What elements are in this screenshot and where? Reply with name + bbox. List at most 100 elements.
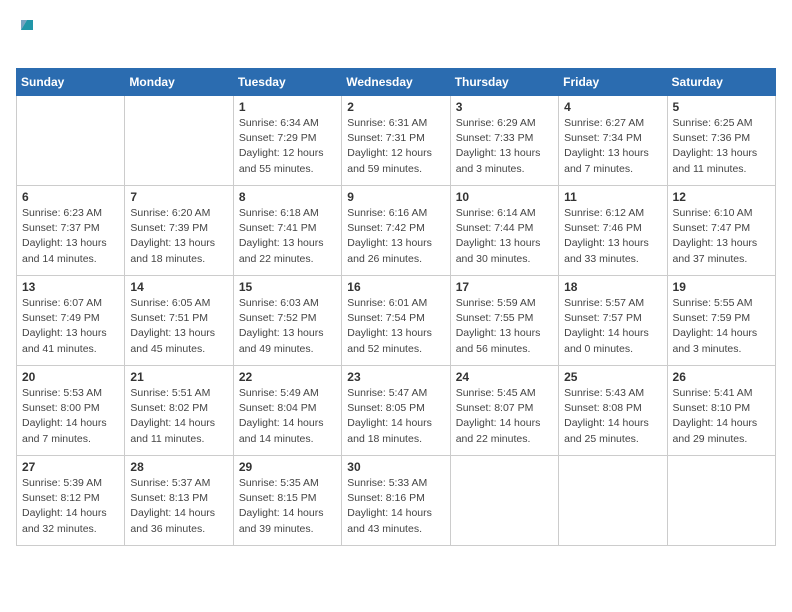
header-thursday: Thursday (450, 69, 558, 96)
calendar-day-cell: 1 Sunrise: 6:34 AM Sunset: 7:29 PM Daylig… (233, 96, 341, 186)
day-number: 4 (564, 100, 661, 114)
day-number: 9 (347, 190, 444, 204)
header-saturday: Saturday (667, 69, 775, 96)
calendar-table: SundayMondayTuesdayWednesdayThursdayFrid… (16, 68, 776, 546)
calendar-day-cell: 9 Sunrise: 6:16 AM Sunset: 7:42 PM Daylig… (342, 186, 450, 276)
calendar-day-cell: 14 Sunrise: 6:05 AM Sunset: 7:51 PM Dayli… (125, 276, 233, 366)
day-info: Sunrise: 6:03 AM Sunset: 7:52 PM Dayligh… (239, 296, 336, 357)
day-info: Sunrise: 6:34 AM Sunset: 7:29 PM Dayligh… (239, 116, 336, 177)
calendar-week-row: 1 Sunrise: 6:34 AM Sunset: 7:29 PM Daylig… (17, 96, 776, 186)
day-number: 21 (130, 370, 227, 384)
calendar-header-row: SundayMondayTuesdayWednesdayThursdayFrid… (17, 69, 776, 96)
calendar-day-cell: 17 Sunrise: 5:59 AM Sunset: 7:55 PM Dayli… (450, 276, 558, 366)
calendar-day-cell: 11 Sunrise: 6:12 AM Sunset: 7:46 PM Dayli… (559, 186, 667, 276)
calendar-day-cell: 27 Sunrise: 5:39 AM Sunset: 8:12 PM Dayli… (17, 456, 125, 546)
day-number: 20 (22, 370, 119, 384)
day-number: 15 (239, 280, 336, 294)
day-info: Sunrise: 6:16 AM Sunset: 7:42 PM Dayligh… (347, 206, 444, 267)
day-info: Sunrise: 6:27 AM Sunset: 7:34 PM Dayligh… (564, 116, 661, 177)
header-sunday: Sunday (17, 69, 125, 96)
day-info: Sunrise: 6:14 AM Sunset: 7:44 PM Dayligh… (456, 206, 553, 267)
calendar-day-cell (559, 456, 667, 546)
day-number: 5 (673, 100, 770, 114)
calendar-day-cell (125, 96, 233, 186)
calendar-day-cell: 28 Sunrise: 5:37 AM Sunset: 8:13 PM Dayli… (125, 456, 233, 546)
day-info: Sunrise: 5:37 AM Sunset: 8:13 PM Dayligh… (130, 476, 227, 537)
calendar-day-cell: 20 Sunrise: 5:53 AM Sunset: 8:00 PM Dayli… (17, 366, 125, 456)
calendar-day-cell: 26 Sunrise: 5:41 AM Sunset: 8:10 PM Dayli… (667, 366, 775, 456)
day-info: Sunrise: 5:45 AM Sunset: 8:07 PM Dayligh… (456, 386, 553, 447)
calendar-day-cell: 8 Sunrise: 6:18 AM Sunset: 7:41 PM Daylig… (233, 186, 341, 276)
calendar-week-row: 20 Sunrise: 5:53 AM Sunset: 8:00 PM Dayli… (17, 366, 776, 456)
calendar-day-cell: 19 Sunrise: 5:55 AM Sunset: 7:59 PM Dayli… (667, 276, 775, 366)
day-info: Sunrise: 5:57 AM Sunset: 7:57 PM Dayligh… (564, 296, 661, 357)
day-number: 24 (456, 370, 553, 384)
calendar-day-cell: 18Sunrise: 5:57 AM Sunset: 7:57 PM Dayli… (559, 276, 667, 366)
day-info: Sunrise: 5:33 AM Sunset: 8:16 PM Dayligh… (347, 476, 444, 537)
calendar-day-cell (17, 96, 125, 186)
day-number: 29 (239, 460, 336, 474)
calendar-day-cell: 23Sunrise: 5:47 AM Sunset: 8:05 PM Dayli… (342, 366, 450, 456)
header-monday: Monday (125, 69, 233, 96)
calendar-week-row: 27 Sunrise: 5:39 AM Sunset: 8:12 PM Dayli… (17, 456, 776, 546)
day-info: Sunrise: 6:07 AM Sunset: 7:49 PM Dayligh… (22, 296, 119, 357)
day-info: Sunrise: 6:01 AM Sunset: 7:54 PM Dayligh… (347, 296, 444, 357)
day-number: 14 (130, 280, 227, 294)
day-info: Sunrise: 5:49 AM Sunset: 8:04 PM Dayligh… (239, 386, 336, 447)
calendar-day-cell: 6Sunrise: 6:23 AM Sunset: 7:37 PM Daylig… (17, 186, 125, 276)
day-number: 17 (456, 280, 553, 294)
day-info: Sunrise: 5:35 AM Sunset: 8:15 PM Dayligh… (239, 476, 336, 537)
calendar-week-row: 6Sunrise: 6:23 AM Sunset: 7:37 PM Daylig… (17, 186, 776, 276)
day-info: Sunrise: 5:59 AM Sunset: 7:55 PM Dayligh… (456, 296, 553, 357)
day-number: 3 (456, 100, 553, 114)
calendar-day-cell: 10Sunrise: 6:14 AM Sunset: 7:44 PM Dayli… (450, 186, 558, 276)
logo-arrow-icon (19, 16, 35, 37)
calendar-day-cell: 29 Sunrise: 5:35 AM Sunset: 8:15 PM Dayli… (233, 456, 341, 546)
day-number: 1 (239, 100, 336, 114)
day-info: Sunrise: 6:23 AM Sunset: 7:37 PM Dayligh… (22, 206, 119, 267)
day-number: 2 (347, 100, 444, 114)
calendar-day-cell: 25 Sunrise: 5:43 AM Sunset: 8:08 PM Dayli… (559, 366, 667, 456)
header-tuesday: Tuesday (233, 69, 341, 96)
calendar-day-cell: 21 Sunrise: 5:51 AM Sunset: 8:02 PM Dayli… (125, 366, 233, 456)
day-info: Sunrise: 5:51 AM Sunset: 8:02 PM Dayligh… (130, 386, 227, 447)
calendar-day-cell: 30 Sunrise: 5:33 AM Sunset: 8:16 PM Dayli… (342, 456, 450, 546)
day-info: Sunrise: 6:12 AM Sunset: 7:46 PM Dayligh… (564, 206, 661, 267)
calendar-day-cell (667, 456, 775, 546)
calendar-day-cell: 22Sunrise: 5:49 AM Sunset: 8:04 PM Dayli… (233, 366, 341, 456)
day-info: Sunrise: 5:53 AM Sunset: 8:00 PM Dayligh… (22, 386, 119, 447)
day-number: 11 (564, 190, 661, 204)
page-header (16, 16, 776, 58)
calendar-day-cell: 15 Sunrise: 6:03 AM Sunset: 7:52 PM Dayli… (233, 276, 341, 366)
day-number: 27 (22, 460, 119, 474)
calendar-day-cell: 13 Sunrise: 6:07 AM Sunset: 7:49 PM Dayli… (17, 276, 125, 366)
calendar-day-cell: 16 Sunrise: 6:01 AM Sunset: 7:54 PM Dayli… (342, 276, 450, 366)
day-number: 7 (130, 190, 227, 204)
day-number: 28 (130, 460, 227, 474)
day-info: Sunrise: 6:25 AM Sunset: 7:36 PM Dayligh… (673, 116, 770, 177)
calendar-day-cell: 24 Sunrise: 5:45 AM Sunset: 8:07 PM Dayli… (450, 366, 558, 456)
day-number: 26 (673, 370, 770, 384)
day-number: 16 (347, 280, 444, 294)
day-number: 30 (347, 460, 444, 474)
day-info: Sunrise: 6:18 AM Sunset: 7:41 PM Dayligh… (239, 206, 336, 267)
calendar-week-row: 13 Sunrise: 6:07 AM Sunset: 7:49 PM Dayli… (17, 276, 776, 366)
day-number: 8 (239, 190, 336, 204)
day-info: Sunrise: 6:29 AM Sunset: 7:33 PM Dayligh… (456, 116, 553, 177)
day-info: Sunrise: 5:55 AM Sunset: 7:59 PM Dayligh… (673, 296, 770, 357)
day-number: 25 (564, 370, 661, 384)
day-info: Sunrise: 5:39 AM Sunset: 8:12 PM Dayligh… (22, 476, 119, 537)
day-info: Sunrise: 5:43 AM Sunset: 8:08 PM Dayligh… (564, 386, 661, 447)
day-number: 13 (22, 280, 119, 294)
logo (16, 16, 35, 58)
day-info: Sunrise: 6:10 AM Sunset: 7:47 PM Dayligh… (673, 206, 770, 267)
day-info: Sunrise: 6:05 AM Sunset: 7:51 PM Dayligh… (130, 296, 227, 357)
day-info: Sunrise: 5:41 AM Sunset: 8:10 PM Dayligh… (673, 386, 770, 447)
day-number: 19 (673, 280, 770, 294)
calendar-day-cell: 5 Sunrise: 6:25 AM Sunset: 7:36 PM Daylig… (667, 96, 775, 186)
header-friday: Friday (559, 69, 667, 96)
day-info: Sunrise: 6:31 AM Sunset: 7:31 PM Dayligh… (347, 116, 444, 177)
calendar-day-cell: 12Sunrise: 6:10 AM Sunset: 7:47 PM Dayli… (667, 186, 775, 276)
calendar-day-cell (450, 456, 558, 546)
header-wednesday: Wednesday (342, 69, 450, 96)
